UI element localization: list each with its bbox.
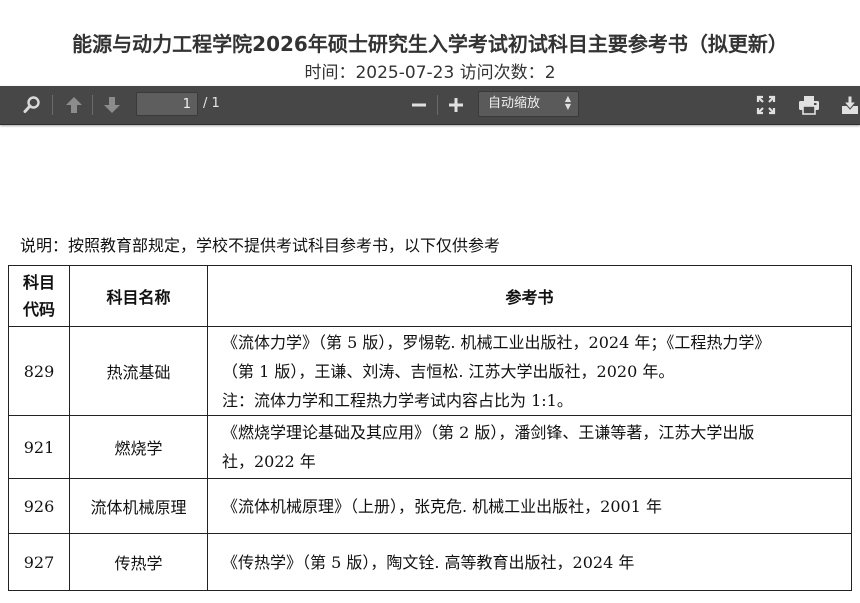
visits-value: 2 xyxy=(544,63,556,83)
subject-code: 921 xyxy=(8,415,70,479)
zoom-select-value: 自动缩放 xyxy=(488,96,541,111)
book-line: 《燃烧学理论基础及其应用》（第 2 版），潘剑锋、王谦等著，江苏大学出版 xyxy=(222,423,755,442)
minus-icon[interactable] xyxy=(405,92,433,118)
header-subject-code: 科目 代码 xyxy=(8,265,70,327)
book-line: 《流体机械原理》（上册），张克危. 机械工业出版社，2001 年 xyxy=(222,496,662,516)
header-reference-book: 参考书 xyxy=(207,265,852,327)
book-line: 注：流体力学和工程热力学考试内容占比为 1:1。 xyxy=(222,390,573,410)
zoom-select[interactable]: 自动缩放 ▲ ▼ xyxy=(478,91,579,117)
subject-name: 传热学 xyxy=(69,533,208,591)
subject-name: 流体机械原理 xyxy=(69,478,208,534)
subject-code: 829 xyxy=(8,326,70,416)
reference-book: 《传热学》（第 5 版），陶文铨. 高等教育出版社，2024 年 xyxy=(207,533,852,591)
subject-name: 热流基础 xyxy=(69,326,208,416)
subject-name: 燃烧学 xyxy=(69,415,208,479)
arrow-down-icon[interactable] xyxy=(98,92,126,118)
page-number-input[interactable] xyxy=(136,92,198,116)
plus-icon[interactable] xyxy=(442,92,470,118)
toolbar-divider xyxy=(92,95,93,115)
download-icon[interactable] xyxy=(836,92,860,118)
time-value: 2025-07-23 xyxy=(355,63,455,83)
book-line: （第 1 版），王谦、刘涛、吉恒松. 江苏大学出版社，2020 年。 xyxy=(222,361,675,381)
page-title: 能源与动力工程学院2026年硕士研究生入学考试初试科目主要参考书（拟更新） xyxy=(72,32,788,56)
meta-line: 时间：2025-07-23 访问次数：2 xyxy=(0,58,860,83)
select-caret-icon: ▲ ▼ xyxy=(564,94,571,111)
table-row: 829 热流基础 《流体力学》（第 5 版），罗惕乾. 机械工业出版社，2024… xyxy=(8,326,852,416)
table-row: 927 传热学 《传热学》（第 5 版），陶文铨. 高等教育出版社，2024 年 xyxy=(8,533,852,591)
toolbar-divider xyxy=(437,95,438,115)
reference-book: 《流体力学》（第 5 版），罗惕乾. 机械工业出版社，2024 年；《工程热力学… xyxy=(207,326,852,416)
print-icon[interactable] xyxy=(795,92,823,118)
reference-book-table: 科目 代码 科目名称 参考书 829 热流基础 《流体力学》（第 5 版），罗惕… xyxy=(8,265,852,591)
disclaimer-note: 说明：按照教育部规定，学校不提供考试科目参考书，以下仅供参考 xyxy=(20,236,501,255)
book-line: 《流体力学》（第 5 版），罗惕乾. 机械工业出版社，2024 年；《工程热力学… xyxy=(222,332,771,352)
header-code-line2: 代码 xyxy=(22,300,55,319)
subject-code: 926 xyxy=(8,478,70,534)
subject-code: 927 xyxy=(8,533,70,591)
toolbar-divider xyxy=(52,95,53,115)
reference-book: 《燃烧学理论基础及其应用》（第 2 版），潘剑锋、王谦等著，江苏大学出版 社，2… xyxy=(207,415,852,479)
header-subject-name: 科目名称 xyxy=(69,265,208,327)
arrow-up-icon[interactable] xyxy=(60,92,88,118)
fullscreen-icon[interactable] xyxy=(752,92,780,118)
table-row: 926 流体机械原理 《流体机械原理》（上册），张克危. 机械工业出版社，200… xyxy=(8,478,852,534)
book-line: 社，2022 年 xyxy=(222,452,316,471)
visits-label: 访问次数： xyxy=(459,63,545,83)
book-line: 《传热学》（第 5 版），陶文铨. 高等教育出版社，2024 年 xyxy=(222,552,635,572)
time-label: 时间： xyxy=(304,63,356,83)
reference-book: 《流体机械原理》（上册），张克危. 机械工业出版社，2001 年 xyxy=(207,478,852,534)
header-code-line1: 科目 xyxy=(22,273,55,292)
search-icon[interactable] xyxy=(18,92,46,118)
table-row: 921 燃烧学 《燃烧学理论基础及其应用》（第 2 版），潘剑锋、王谦等著，江苏… xyxy=(8,415,852,479)
page-count: / 1 xyxy=(203,96,220,111)
table-header-row: 科目 代码 科目名称 参考书 xyxy=(8,265,852,327)
